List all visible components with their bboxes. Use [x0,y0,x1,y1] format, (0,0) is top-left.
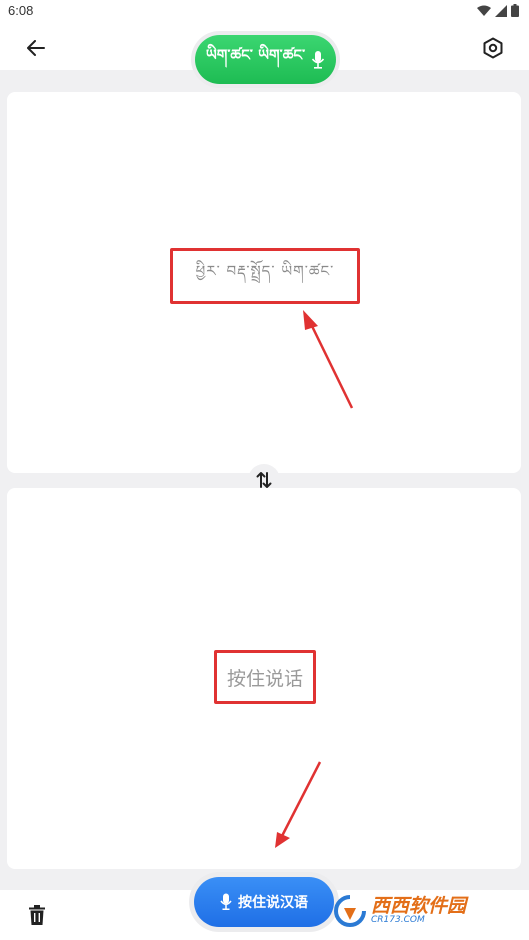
status-icons [477,4,519,17]
status-bar: 6:08 [0,0,529,24]
watermark-brand: 西西软件园 [371,895,467,917]
back-arrow-icon [27,40,45,56]
highlight-box-bottom [214,650,316,704]
speak-button-label: 按住说汉语 [238,895,308,911]
wifi-icon [477,5,491,16]
signal-icon [495,4,507,17]
source-language-label: ཡིག་ཚང་ ཡིག་ཚང་ [205,45,306,64]
language-switch-container: ཡིག་ཚང་ ཡིག་ཚང་ [191,31,340,88]
clear-history-button[interactable] [25,903,49,927]
status-time: 6:08 [8,3,34,18]
speak-button-container: 按住说汉语 [189,872,339,932]
trash-icon [29,905,45,925]
watermark-emblem-icon [334,895,366,927]
watermark-logo: 西西软件园 CR173.COM [333,885,525,937]
back-button[interactable] [22,34,50,62]
settings-hexagon-icon [483,37,503,59]
battery-icon [511,4,519,17]
source-language-button[interactable]: ཡིག་ཚང་ ཡིག་ཚང་ [195,35,336,84]
swap-arrows-icon [256,472,272,488]
highlight-box-top [170,248,360,304]
settings-button[interactable] [479,34,507,62]
hold-to-speak-button[interactable]: 按住说汉语 [194,877,334,927]
watermark-url: CR173.COM [371,915,425,925]
microphone-icon [312,50,325,69]
microphone-icon [220,893,232,910]
